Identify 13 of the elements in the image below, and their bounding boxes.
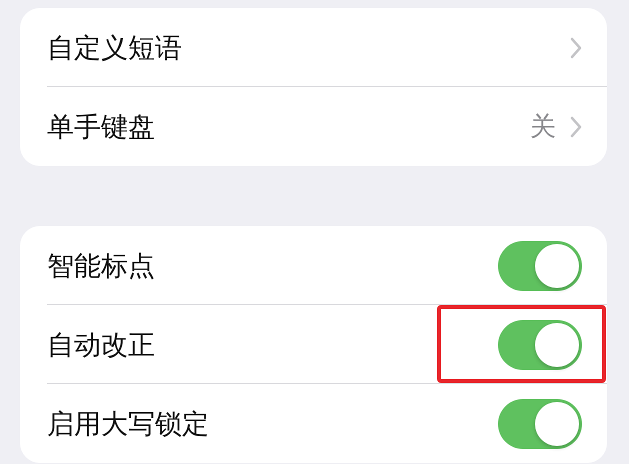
- value-text: 关: [530, 111, 556, 144]
- toggle-switch[interactable]: [498, 240, 582, 290]
- row-label: 智能标点: [47, 250, 156, 284]
- row-label: 启用大写锁定: [47, 408, 210, 442]
- row-label: 自定义短语: [47, 32, 183, 66]
- chevron-icon: [570, 36, 582, 58]
- settings-row[interactable]: 单手键盘 关: [20, 87, 607, 166]
- toggle-switch[interactable]: [498, 320, 582, 370]
- settings-row[interactable]: 自定义短语: [20, 8, 607, 87]
- toggle-switch[interactable]: [498, 398, 582, 448]
- chevron-icon: [570, 116, 582, 138]
- row-label: 自动改正: [47, 328, 156, 362]
- row-label: 单手键盘: [47, 110, 156, 144]
